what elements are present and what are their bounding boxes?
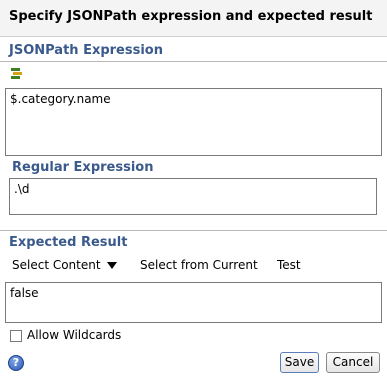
help-icon[interactable]: ? [8, 355, 24, 371]
regular-expression-input[interactable]: .\d [9, 178, 377, 215]
expression-wizard-icon[interactable] [10, 66, 24, 80]
select-content-dropdown[interactable]: Select Content [12, 258, 117, 272]
dialog-title-bar: Specify JSONPath expression and expected… [0, 0, 387, 37]
dialog-title: Specify JSONPath expression and expected… [9, 9, 373, 24]
regex-label: Regular Expression [12, 160, 154, 175]
jsonpath-expression-input[interactable]: $.category.name [5, 88, 382, 156]
cancel-button[interactable]: Cancel [326, 352, 380, 373]
save-button[interactable]: Save [280, 352, 319, 373]
expected-result-label: Expected Result [9, 235, 128, 250]
jsonpath-label: JSONPath Expression [9, 43, 163, 58]
allow-wildcards-label[interactable]: Allow Wildcards [27, 328, 121, 342]
expected-separator [0, 230, 387, 231]
chevron-down-icon [106, 262, 117, 269]
expected-result-input[interactable]: false [5, 282, 382, 323]
select-content-label: Select Content [12, 258, 101, 272]
jsonpath-separator [0, 61, 387, 62]
allow-wildcards-checkbox[interactable] [10, 330, 22, 342]
test-button[interactable]: Test [277, 258, 301, 272]
select-from-current-button[interactable]: Select from Current [140, 258, 258, 272]
